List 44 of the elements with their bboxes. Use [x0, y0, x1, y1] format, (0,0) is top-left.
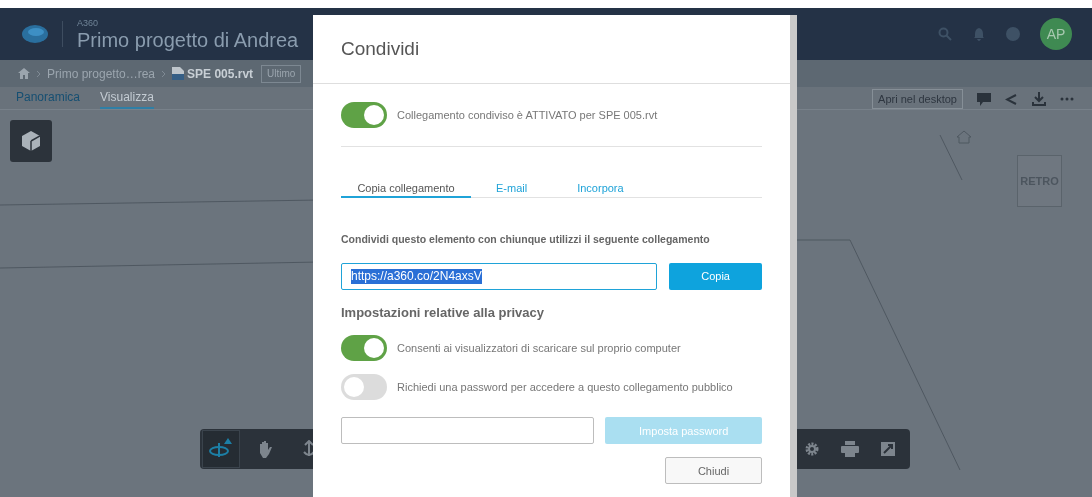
toggle-switch[interactable] — [341, 102, 387, 128]
comment-icon[interactable] — [977, 92, 991, 106]
download-icon[interactable] — [1032, 92, 1046, 106]
vertical-arrow-icon — [302, 440, 316, 458]
share-icon[interactable] — [1005, 92, 1018, 106]
breadcrumb-link[interactable]: Primo progetto…rea — [47, 64, 156, 83]
bell-icon[interactable] — [974, 27, 984, 41]
share-tab[interactable]: Copia collegamento — [341, 180, 471, 198]
logo-icon — [22, 25, 48, 43]
dialog-title: Condividi — [341, 36, 420, 61]
copy-button[interactable]: Copia — [669, 262, 762, 290]
settings-icon — [804, 441, 820, 457]
password-field[interactable] — [341, 417, 595, 445]
home-view-icon[interactable] — [956, 130, 972, 144]
breadcrumb-link[interactable]: SPE 005.rvt — [187, 64, 254, 83]
toggle-label: Consenti ai visualizzatori di scaricare sul proprio computer — [397, 341, 681, 356]
product-name: A360 — [77, 18, 100, 28]
share-tab[interactable]: Incorpora — [552, 180, 649, 198]
user-avatar[interactable]: AP — [1040, 18, 1072, 50]
hand-icon — [257, 440, 273, 458]
chevron-icon — [161, 69, 167, 78]
print-icon — [841, 441, 859, 457]
close-button[interactable]: Chiudi — [665, 457, 762, 485]
view-tab[interactable]: Visualizza — [100, 88, 154, 109]
search-icon[interactable] — [938, 27, 952, 41]
view-tab[interactable]: Panoramica — [16, 88, 81, 109]
link-field[interactable]: https://a360.co/2N4axsV — [341, 262, 658, 290]
share-tab[interactable]: E-mail — [471, 180, 553, 198]
privacy-heading: Impostazioni relative alla privacy — [341, 303, 546, 322]
version-dropdown[interactable]: Ultimo — [261, 64, 302, 83]
toggle-label: Richiedi una password per accedere a questo collegamento pubblico — [397, 380, 733, 395]
orbit-icon — [208, 438, 234, 460]
share-description: Condividi questo elemento con chiunque utilizzi il seguente collegamento — [341, 232, 711, 247]
chevron-icon — [36, 69, 41, 78]
toggle-label: Collegamento condiviso è ATTIVATO per SPE 005.rvt — [397, 107, 658, 123]
file-icon — [172, 67, 185, 80]
cube-icon — [22, 131, 40, 151]
toggle-switch[interactable] — [341, 335, 387, 362]
fullscreen-icon — [881, 442, 895, 456]
home-icon[interactable] — [18, 68, 30, 79]
project-title: Primo progetto di Andrea — [77, 29, 299, 50]
more-icon[interactable] — [1060, 97, 1074, 101]
toggle-switch[interactable] — [341, 374, 387, 401]
model-browser-button[interactable] — [10, 120, 52, 162]
